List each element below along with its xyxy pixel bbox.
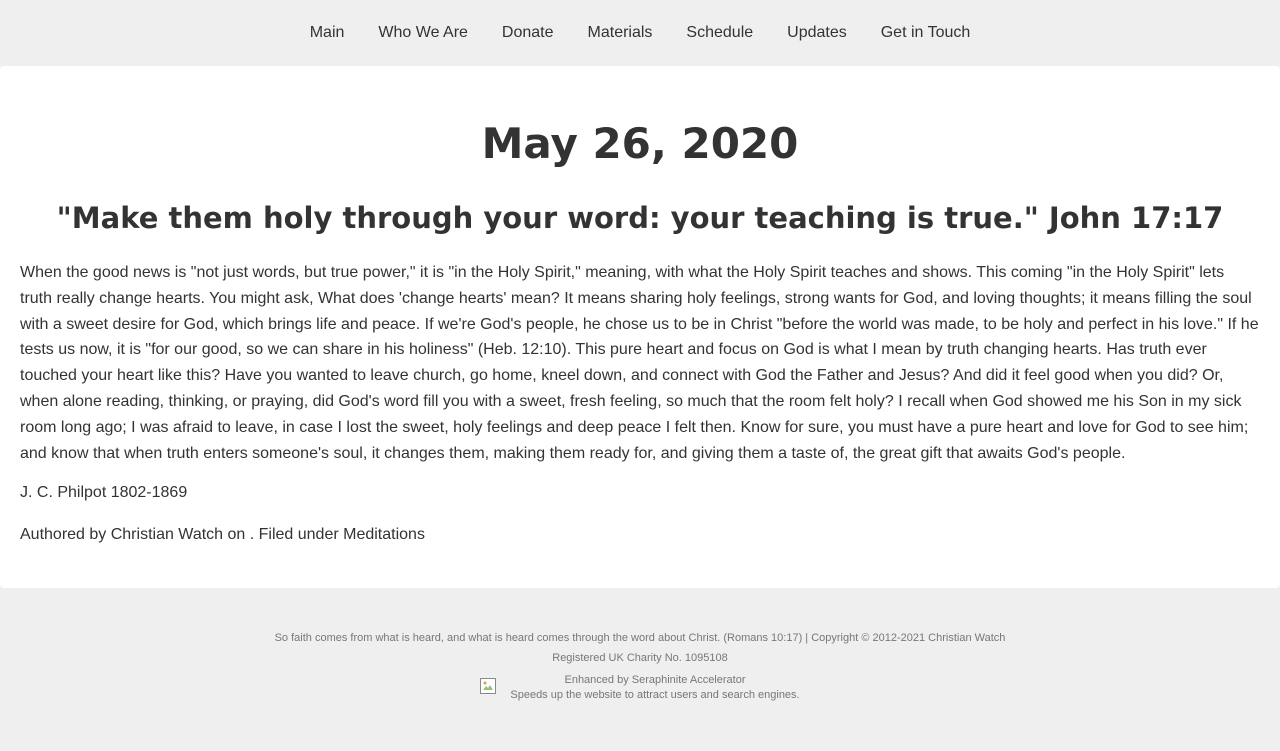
article-card: May 26, 2020 "Make them holy through you… xyxy=(0,66,1280,588)
article-author: J. C. Philpot 1802-1869 xyxy=(20,484,188,502)
footer-scripture-copyright: So faith comes from what is heard, and w… xyxy=(274,632,1006,644)
article-date-title: May 26, 2020 xyxy=(481,119,799,168)
nav-link-schedule[interactable]: Schedule xyxy=(669,0,770,66)
nav-link-main[interactable]: Main xyxy=(293,0,362,66)
site-footer: So faith comes from what is heard, and w… xyxy=(0,588,1280,705)
article-verse-heading: "Make them holy through your word: your … xyxy=(56,201,1224,235)
footer-charity-number: Registered UK Charity No. 1095108 xyxy=(552,652,728,664)
nav-link-get-in-touch[interactable]: Get in Touch xyxy=(864,0,988,66)
nav-link-materials[interactable]: Materials xyxy=(571,0,670,66)
nav-link-donate[interactable]: Donate xyxy=(485,0,571,66)
nav-link-who-we-are[interactable]: Who We Are xyxy=(361,0,485,66)
badge-subtitle: Speeds up the website to attract users a… xyxy=(510,689,800,701)
main-navigation: Main Who We Are Donate Materials Schedul… xyxy=(0,0,1280,66)
broken-image-icon xyxy=(480,677,497,694)
nav-link-updates[interactable]: Updates xyxy=(770,0,864,66)
accelerator-badge[interactable]: Enhanced by Seraphinite Accelerator Spee… xyxy=(0,670,1280,705)
article-meta: Authored by Christian Watch on . Filed u… xyxy=(20,526,425,544)
article-body: When the good news is "not just words, b… xyxy=(20,264,1259,462)
badge-text: Enhanced by Seraphinite Accelerator Spee… xyxy=(510,670,799,705)
